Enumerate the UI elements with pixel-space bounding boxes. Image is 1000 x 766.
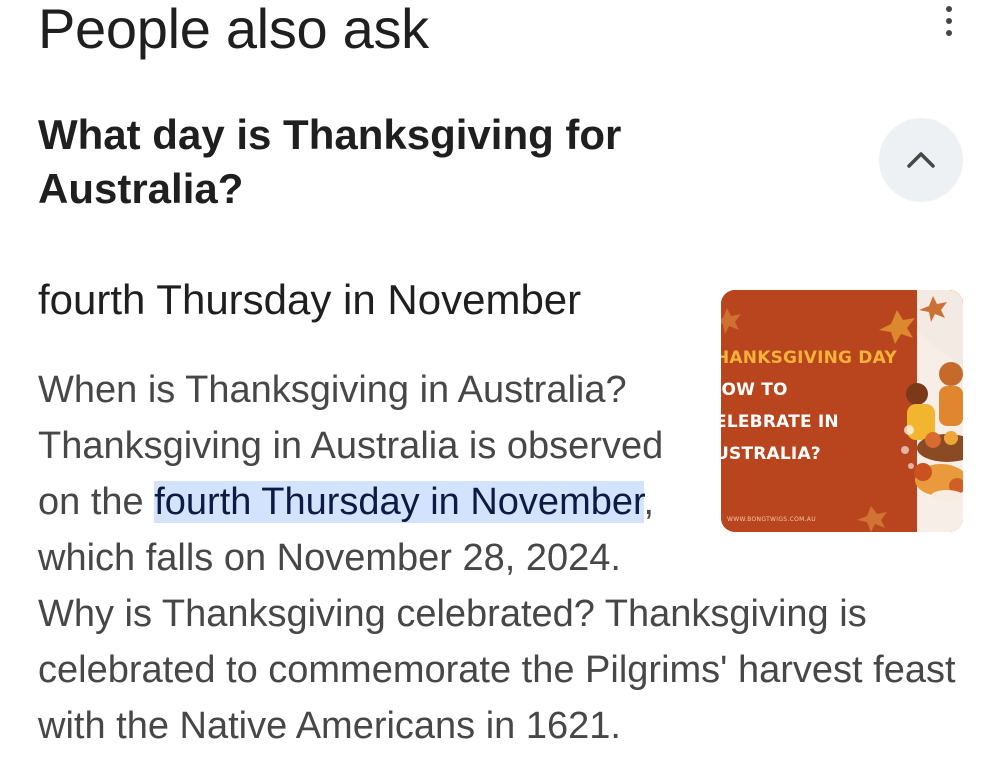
more-vert-icon-dot	[946, 30, 952, 36]
question-text[interactable]: What day is Thanksgiving for Australia?	[38, 108, 738, 216]
answer-snippet: When is Thanksgiving in Australia? Thank…	[38, 362, 963, 754]
section-title: People also ask	[38, 0, 429, 60]
answer-title: fourth Thursday in November	[38, 276, 582, 323]
more-vert-icon-dot	[946, 18, 952, 24]
more-vert-icon-dot	[946, 6, 952, 12]
collapse-button[interactable]	[879, 118, 963, 202]
chevron-up-icon	[907, 152, 935, 168]
snippet-highlight: fourth Thursday in November	[154, 481, 644, 523]
more-options-button[interactable]	[936, 6, 962, 36]
thumbnail-spacer	[685, 362, 963, 542]
